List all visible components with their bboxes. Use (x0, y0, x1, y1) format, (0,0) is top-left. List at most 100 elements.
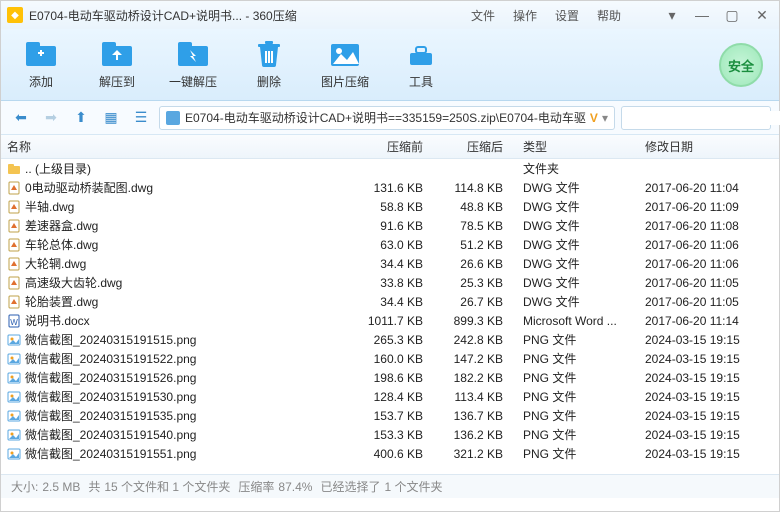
col-name[interactable]: 名称 (1, 138, 349, 155)
col-date[interactable]: 修改日期 (639, 138, 779, 155)
file-type: DWG 文件 (509, 236, 639, 253)
file-icon (7, 390, 21, 404)
extract-button[interactable]: 解压到 (91, 39, 143, 90)
col-after[interactable]: 压缩后 (429, 138, 509, 155)
file-row[interactable]: 微信截图_20240315191540.png153.3 KB136.2 KBP… (1, 425, 779, 444)
file-size-before: 91.6 KB (349, 219, 429, 233)
file-size-after: 242.8 KB (429, 333, 509, 347)
close-button[interactable]: ✕ (751, 7, 773, 24)
file-icon (7, 162, 21, 176)
app-icon: ◆ (7, 7, 23, 23)
file-size-after: 113.4 KB (429, 390, 509, 404)
safe-badge[interactable]: 安全 (719, 43, 763, 87)
file-date: 2024-03-15 19:15 (639, 333, 779, 347)
vip-badge: V (590, 111, 598, 125)
file-icon: W (7, 314, 21, 328)
file-row[interactable]: 差速器盒.dwg91.6 KB78.5 KBDWG 文件2017-06-20 1… (1, 216, 779, 235)
file-row[interactable]: 微信截图_20240315191551.png400.6 KB321.2 KBP… (1, 444, 779, 463)
file-name: 差速器盒.dwg (25, 217, 98, 234)
imgcompress-label: 图片压缩 (321, 73, 369, 90)
file-row[interactable]: .. (上级目录)文件夹 (1, 159, 779, 178)
file-icon (7, 200, 21, 214)
file-date: 2024-03-15 19:15 (639, 428, 779, 442)
file-name: 0电动驱动桥装配图.dwg (25, 179, 153, 196)
search-box[interactable]: 🔍 (621, 106, 771, 130)
file-icon (7, 428, 21, 442)
col-type[interactable]: 类型 (509, 138, 639, 155)
oneclick-button[interactable]: 一键解压 (167, 39, 219, 90)
forward-button[interactable]: ➡ (39, 106, 63, 130)
file-type: DWG 文件 (509, 179, 639, 196)
window-title: E0704-电动车驱动桥设计CAD+说明书... - 360压缩 (29, 7, 297, 24)
file-name: 车轮总体.dwg (25, 236, 98, 253)
file-size-after: 25.3 KB (429, 276, 509, 290)
file-type: PNG 文件 (509, 331, 639, 348)
file-icon (7, 257, 21, 271)
file-type: PNG 文件 (509, 388, 639, 405)
file-date: 2017-06-20 11:05 (639, 295, 779, 309)
file-row[interactable]: 轮胎装置.dwg34.4 KB26.7 KBDWG 文件2017-06-20 1… (1, 292, 779, 311)
add-button[interactable]: 添加 (15, 39, 67, 90)
file-row[interactable]: 0电动驱动桥装配图.dwg131.6 KB114.8 KBDWG 文件2017-… (1, 178, 779, 197)
titlebar: ◆ E0704-电动车驱动桥设计CAD+说明书... - 360压缩 文件 操作… (1, 1, 779, 29)
file-type: PNG 文件 (509, 369, 639, 386)
file-size-after: 26.6 KB (429, 257, 509, 271)
dropdown-icon[interactable]: ▾ (661, 7, 683, 24)
view-icons-button[interactable]: ▦ (99, 106, 123, 130)
file-type: DWG 文件 (509, 198, 639, 215)
oneclick-icon (175, 39, 211, 69)
file-name: 微信截图_20240315191551.png (25, 445, 196, 462)
minimize-button[interactable]: — (691, 7, 713, 23)
file-row[interactable]: 车轮总体.dwg63.0 KB51.2 KBDWG 文件2017-06-20 1… (1, 235, 779, 254)
file-icon (7, 409, 21, 423)
window-controls: ▾ — ▢ ✕ (661, 7, 773, 24)
path-bar[interactable]: E0704-电动车驱动桥设计CAD+说明书==335159=250S.zip\E… (159, 106, 615, 130)
file-type: DWG 文件 (509, 274, 639, 291)
file-row[interactable]: 半轴.dwg58.8 KB48.8 KBDWG 文件2017-06-20 11:… (1, 197, 779, 216)
file-date: 2017-06-20 11:06 (639, 238, 779, 252)
up-button[interactable]: ⬆ (69, 106, 93, 130)
file-row[interactable]: 微信截图_20240315191515.png265.3 KB242.8 KBP… (1, 330, 779, 349)
file-list: .. (上级目录)文件夹0电动驱动桥装配图.dwg131.6 KB114.8 K… (1, 159, 779, 474)
file-row[interactable]: 微信截图_20240315191526.png198.6 KB182.2 KBP… (1, 368, 779, 387)
file-row[interactable]: W说明书.docx1011.7 KB899.3 KBMicrosoft Word… (1, 311, 779, 330)
delete-button[interactable]: 删除 (243, 39, 295, 90)
extract-label: 解压到 (99, 73, 135, 90)
view-list-button[interactable]: ☰ (129, 106, 153, 130)
tools-button[interactable]: 工具 (395, 39, 447, 90)
file-icon (7, 238, 21, 252)
imgcompress-button[interactable]: 图片压缩 (319, 39, 371, 90)
file-row[interactable]: 微信截图_20240315191535.png153.7 KB136.7 KBP… (1, 406, 779, 425)
file-row[interactable]: 微信截图_20240315191522.png160.0 KB147.2 KBP… (1, 349, 779, 368)
file-size-after: 48.8 KB (429, 200, 509, 214)
file-name: 大轮辋.dwg (25, 255, 86, 272)
back-button[interactable]: ⬅ (9, 106, 33, 130)
file-date: 2024-03-15 19:15 (639, 352, 779, 366)
file-row[interactable]: 大轮辋.dwg34.4 KB26.6 KBDWG 文件2017-06-20 11… (1, 254, 779, 273)
file-row[interactable]: 高速级大齿轮.dwg33.8 KB25.3 KBDWG 文件2017-06-20… (1, 273, 779, 292)
file-size-after: 114.8 KB (429, 181, 509, 195)
menu-settings[interactable]: 设置 (555, 7, 579, 24)
file-size-after: 136.7 KB (429, 409, 509, 423)
file-name: 高速级大齿轮.dwg (25, 274, 122, 291)
file-date: 2017-06-20 11:09 (639, 200, 779, 214)
menu-operate[interactable]: 操作 (513, 7, 537, 24)
file-name: 半轴.dwg (25, 198, 74, 215)
col-before[interactable]: 压缩前 (349, 138, 429, 155)
file-date: 2017-06-20 11:06 (639, 257, 779, 271)
file-type: DWG 文件 (509, 293, 639, 310)
path-text: E0704-电动车驱动桥设计CAD+说明书==335159=250S.zip\E… (185, 109, 586, 126)
menu-help[interactable]: 帮助 (597, 7, 621, 24)
maximize-button[interactable]: ▢ (721, 7, 743, 24)
search-input[interactable] (628, 111, 780, 125)
file-row[interactable]: 微信截图_20240315191530.png128.4 KB113.4 KBP… (1, 387, 779, 406)
add-label: 添加 (29, 73, 53, 90)
file-size-before: 153.3 KB (349, 428, 429, 442)
file-size-before: 63.0 KB (349, 238, 429, 252)
chevron-down-icon[interactable]: ▾ (602, 111, 608, 125)
status-selected: 1 个文件夹 (384, 478, 442, 495)
toolbar: 添加 解压到 一键解压 删除 图片压缩 工具 安全 (1, 29, 779, 101)
menu-file[interactable]: 文件 (471, 7, 495, 24)
file-name: .. (上级目录) (25, 160, 91, 177)
file-icon (7, 276, 21, 290)
